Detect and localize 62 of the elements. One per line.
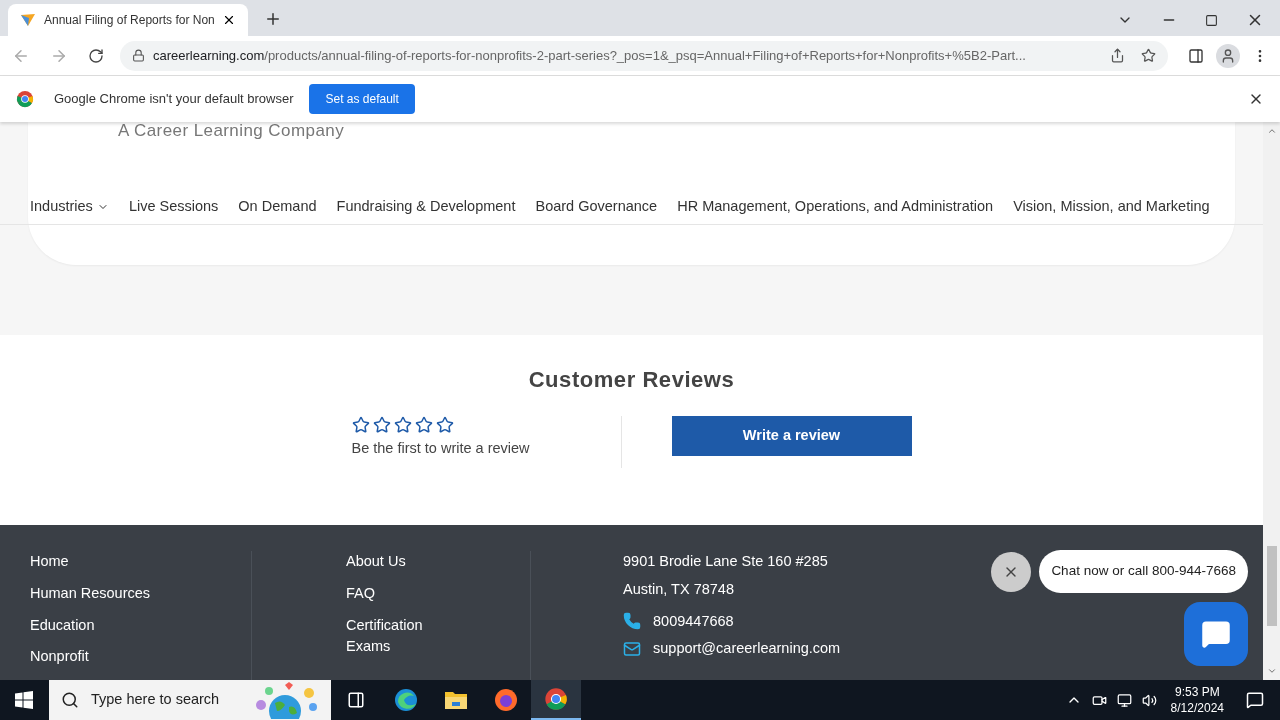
star-icon — [393, 416, 412, 434]
close-icon[interactable] — [222, 13, 236, 27]
footer-link[interactable]: Education — [30, 614, 95, 637]
section-title: Customer Reviews — [528, 366, 735, 394]
star-icon — [372, 416, 391, 434]
footer-link[interactable]: Home — [30, 551, 69, 573]
share-icon[interactable] — [1110, 48, 1125, 63]
footer-link[interactable]: Certification Exams — [346, 614, 446, 658]
write-review-button[interactable]: Write a review — [671, 416, 912, 456]
chrome-logo-icon — [16, 90, 34, 108]
phone-icon — [623, 612, 641, 631]
phone-number: 8009447668 — [653, 611, 734, 631]
star-icon — [414, 416, 433, 434]
nav-link[interactable]: Fundraising & Development — [336, 196, 516, 218]
lock-icon — [132, 49, 145, 62]
address-bar[interactable]: careerlearning.com/products/annual-filing-of-reports-for-nonprofits-2-part-series?_pos=1&_psq=Annual+Filing+of+Reports+for+Nonprofits+%5B2-Part... — [120, 40, 1168, 71]
footer-link[interactable]: About Us — [346, 551, 446, 573]
tab-title: Annual Filing of Reports for Non — [44, 12, 214, 29]
browser-tab[interactable]: Annual Filing of Reports for Non — [8, 4, 248, 36]
nav-link[interactable]: On Demand — [238, 196, 317, 218]
chrome-taskbar-button[interactable] — [531, 680, 581, 720]
new-tab-icon[interactable] — [264, 10, 282, 28]
clock[interactable]: 9:53 PM 8/12/2024 — [1166, 684, 1228, 716]
star-icon — [351, 416, 370, 434]
chat-button[interactable] — [1184, 602, 1248, 666]
address-line: Austin, TX 78748 — [623, 579, 735, 599]
search-icon — [61, 691, 79, 709]
windows-start-icon[interactable] — [15, 691, 33, 709]
scroll-down-icon[interactable] — [1266, 666, 1277, 676]
mail-icon — [623, 640, 641, 659]
side-panel-icon[interactable] — [1188, 47, 1204, 64]
volume-icon[interactable] — [1141, 692, 1157, 708]
restore-icon[interactable] — [1205, 13, 1218, 27]
nav-link[interactable]: Board Governance — [535, 196, 658, 218]
notifications-icon[interactable] — [1246, 691, 1264, 709]
review-prompt: Be the first to write a review — [351, 439, 531, 458]
profile-icon[interactable] — [1216, 43, 1240, 68]
url-text: careerlearning.com/products/annual-filing-of-reports-for-nonprofits-2-part-series?_pos=1&_psq=Annual+Filing+of+Reports+for+Nonprofits+%5B2-Part... — [153, 46, 1027, 65]
footer-link[interactable]: Nonprofit — [30, 646, 89, 668]
taskbar-search-field[interactable]: Type here to search — [49, 680, 331, 720]
scroll-up-icon[interactable] — [1266, 126, 1277, 136]
star-icon — [435, 416, 454, 434]
bookmark-icon[interactable] — [1141, 48, 1156, 63]
set-default-button[interactable]: Set as default — [309, 84, 415, 114]
edge-icon[interactable] — [394, 688, 418, 712]
nav-link[interactable]: Industries — [30, 196, 109, 218]
favicon-icon — [20, 12, 36, 28]
chat-prompt: Chat now or call 800-944-7668 — [1039, 550, 1248, 593]
infobar-message: Google Chrome isn't your default browser — [54, 90, 294, 109]
folder-icon[interactable] — [444, 689, 468, 711]
footer-link[interactable]: FAQ — [346, 582, 446, 605]
address-line: 9901 Brodie Lane Ste 160 #285 — [623, 552, 829, 571]
nav-link[interactable]: Vision, Mission, and Marketing — [1013, 196, 1210, 218]
chat-icon — [1201, 619, 1231, 649]
reload-icon[interactable] — [88, 47, 104, 64]
scrollbar-thumb[interactable] — [1266, 546, 1277, 626]
email-address: support@careerlearning.com — [653, 639, 841, 659]
chrome-logo-icon — [544, 687, 568, 711]
footer-link[interactable]: Human Resources — [30, 582, 151, 605]
logo-tagline: A Career Learning Company — [118, 120, 345, 142]
nav-link[interactable]: HR Management, Operations, and Administration — [677, 196, 994, 218]
nav-link[interactable]: Live Sessions — [128, 196, 219, 218]
